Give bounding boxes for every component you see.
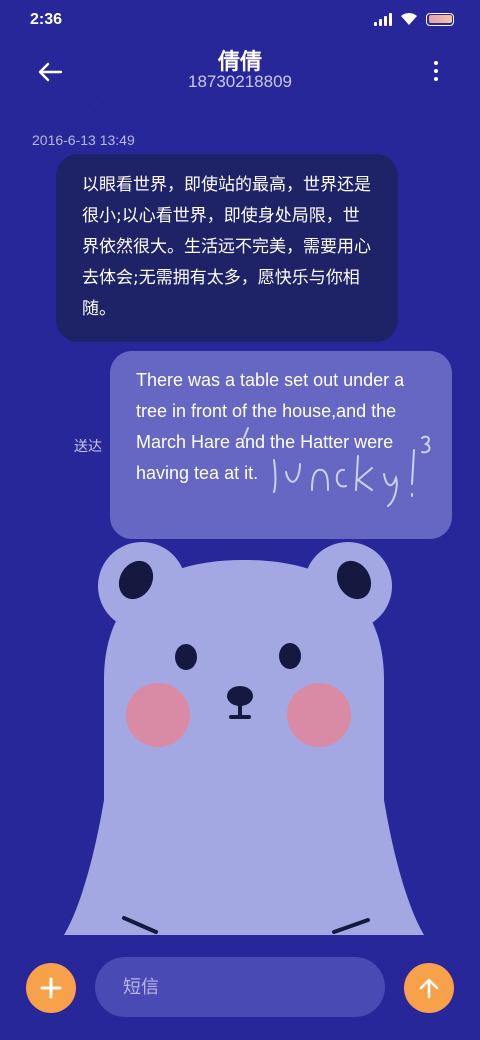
sent-status-label: 送达 — [74, 439, 102, 455]
add-attachment-button[interactable] — [26, 963, 76, 1013]
status-icons — [374, 12, 454, 26]
sent-message-text: There was a table set out under a tree i… — [136, 370, 405, 483]
battery-icon — [426, 12, 454, 26]
plus-icon — [40, 977, 62, 999]
more-vertical-icon — [434, 61, 438, 65]
contact-number: 18730218809 — [187, 72, 292, 91]
message-composer — [0, 950, 480, 1030]
sent-message-bubble[interactable]: There was a table set out under a tree i… — [110, 351, 452, 539]
message-input[interactable] — [95, 957, 385, 1017]
status-bar: 2:36 — [0, 0, 480, 40]
arrow-up-icon — [419, 978, 439, 999]
conversation-header: 倩倩 18730218809 — [0, 40, 480, 110]
more-options-button[interactable] — [428, 56, 444, 86]
battery-level — [428, 15, 452, 23]
received-message-bubble[interactable]: 以眼看世界，即使站的最高，世界还是很小;以心看世界，即使身处局限，世界依然很大。… — [56, 154, 398, 342]
status-time: 2:36 — [30, 11, 63, 28]
bear-wallpaper-illustration — [64, 542, 424, 935]
send-button[interactable] — [404, 963, 454, 1013]
wifi-icon — [401, 12, 417, 25]
message-timestamp: 2016-6-13 13:49 — [32, 132, 135, 148]
received-message-text: 以眼看世界，即使站的最高，世界还是很小;以心看世界，即使身处局限，世界依然很大。… — [82, 175, 371, 319]
signal-icon — [374, 12, 392, 26]
